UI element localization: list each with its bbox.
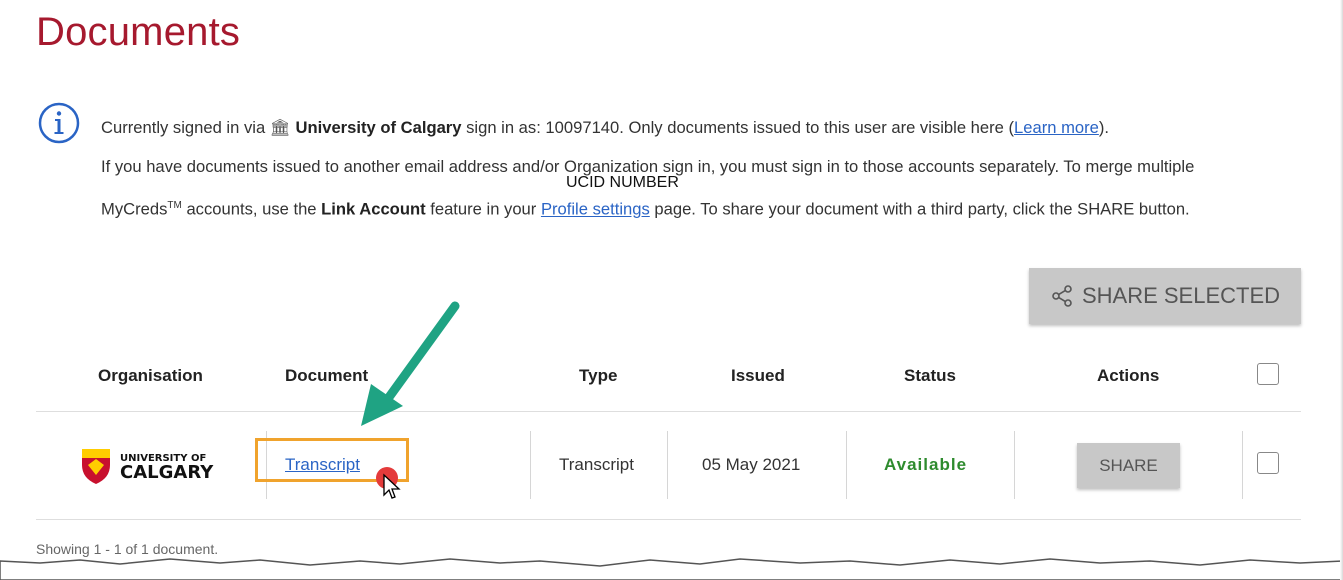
torn-edge-decoration [0,558,1343,580]
svg-text:CALGARY: CALGARY [120,462,214,483]
info-line-2: If you have documents issued to another … [101,157,1195,176]
header-divider [36,411,1301,412]
col-header-type: Type [579,366,618,385]
institution-name: University of Calgary [295,118,462,137]
arrow-annotation [361,301,460,426]
row-select-checkbox[interactable] [1257,452,1279,474]
col-header-organisation: Organisation [98,366,203,385]
row-divider [36,519,1301,520]
ucid-annotation-label: UCID NUMBER [566,174,679,191]
document-link-transcript[interactable]: Transcript [285,455,360,475]
select-all-checkbox[interactable] [1257,363,1279,385]
col-header-issued: Issued [731,366,785,385]
col-header-actions: Actions [1097,366,1160,385]
signin-info: Currently signed in via 🏛︎ University of… [101,108,1316,229]
share-selected-label: SHARE SELECTED [1081,283,1281,308]
link-account-label: Link Account [321,199,426,219]
profile-settings-link[interactable]: Profile settings [541,200,650,219]
cell-type: Transcript [559,455,634,474]
share-selected-button[interactable]: SHARE SELECTED [1029,268,1301,324]
page-title: Documents [36,10,241,54]
status-badge: Available [884,455,968,474]
university-of-calgary-logo: UNIVERSITY OF CALGARY [82,449,214,484]
bank-icon: 🏛︎ [269,118,291,137]
col-header-status: Status [904,366,956,385]
share-icon [1052,285,1072,307]
trademark: TM [167,200,182,211]
info-icon [38,102,80,144]
learn-more-link[interactable]: Learn more [1014,118,1099,137]
cell-issued: 05 May 2021 [702,455,801,474]
share-button[interactable]: SHARE [1077,443,1180,488]
cursor-icon [383,473,401,499]
